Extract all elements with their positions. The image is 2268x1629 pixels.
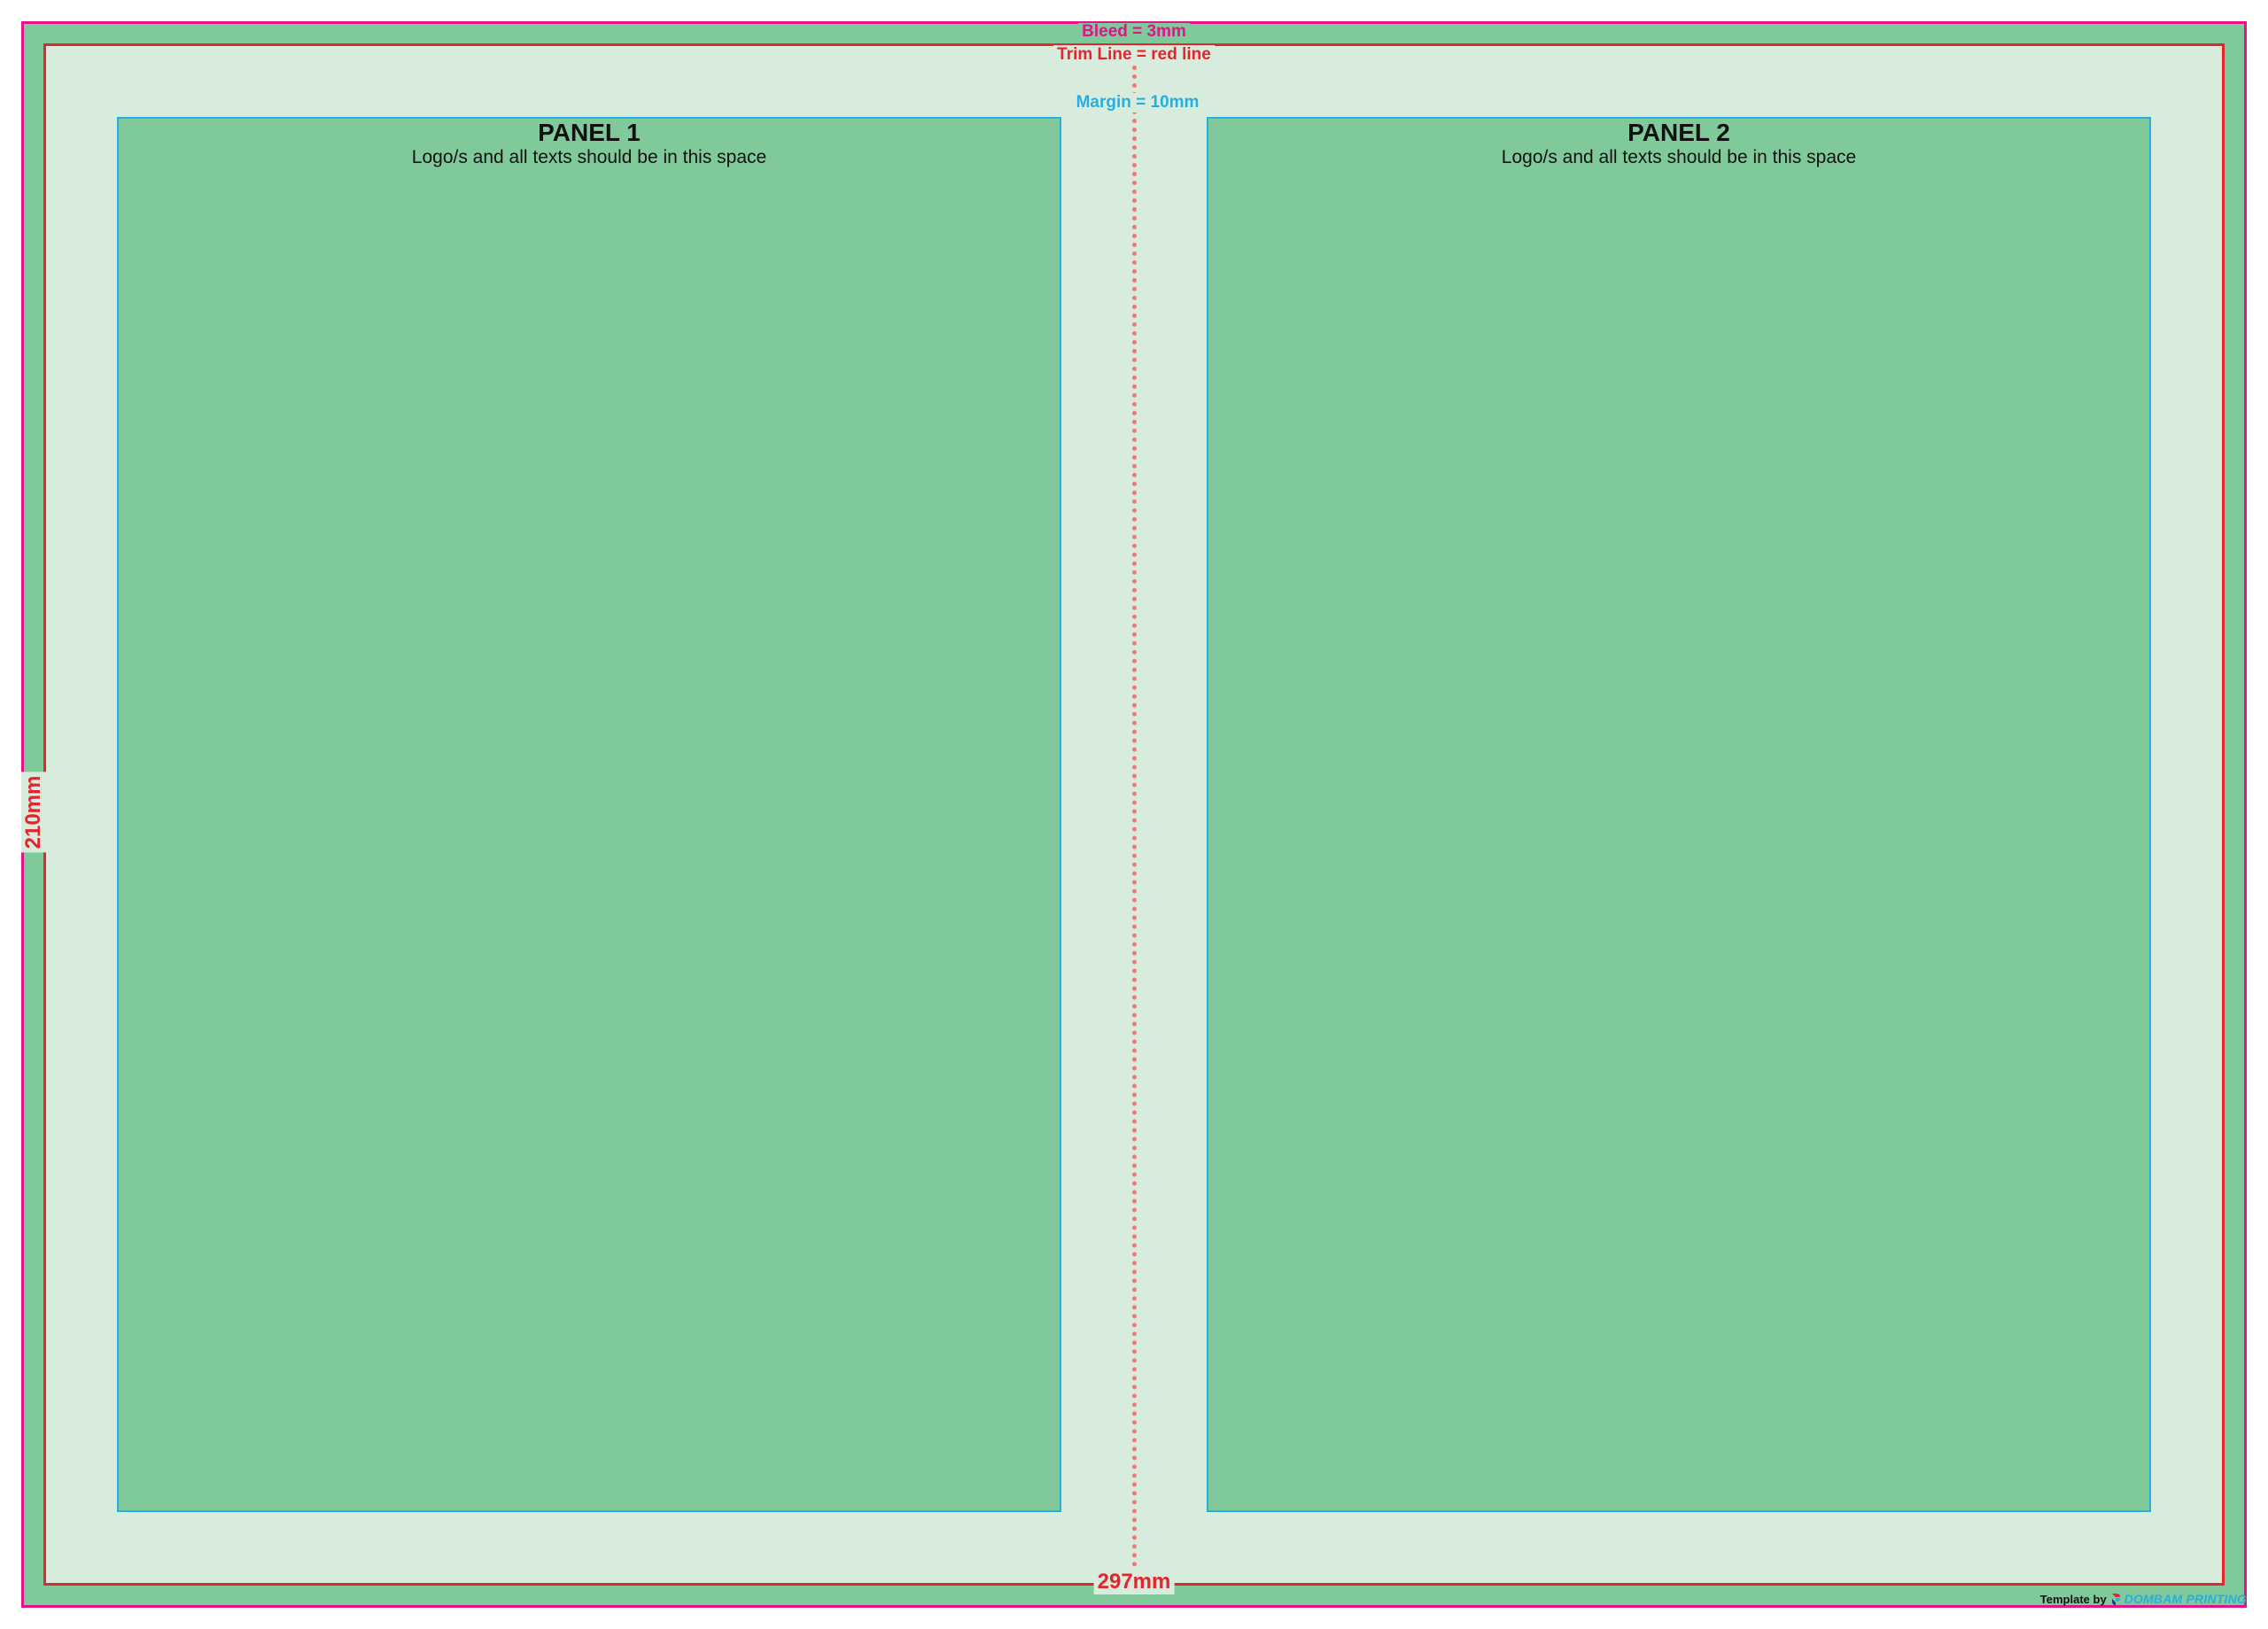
trim-line-label: Trim Line = red line xyxy=(1053,45,1215,65)
credit-brand: DOMBAM PRINTING xyxy=(2124,1592,2247,1606)
credit-prefix: Template by xyxy=(2039,1592,2107,1606)
margin-label: Margin = 10mm xyxy=(1072,93,1203,112)
panel-2-subtitle: Logo/s and all texts should be in this s… xyxy=(1501,147,1857,167)
height-dimension-label: 210mm xyxy=(21,772,46,853)
dombam-logo-icon xyxy=(2110,1592,2121,1606)
panel-2: PANEL 2 Logo/s and all texts should be i… xyxy=(1207,117,2151,1512)
template-canvas: PANEL 1 Logo/s and all texts should be i… xyxy=(0,0,2268,1629)
panel-1: PANEL 1 Logo/s and all texts should be i… xyxy=(117,117,1061,1512)
bleed-label: Bleed = 3mm xyxy=(1078,23,1190,41)
panel-2-title: PANEL 2 xyxy=(1627,119,1730,146)
panel-1-subtitle: Logo/s and all texts should be in this s… xyxy=(411,147,767,167)
width-dimension-label: 297mm xyxy=(1093,1570,1175,1594)
panel-1-title: PANEL 1 xyxy=(538,119,641,146)
template-credit: Template by DOMBAM PRINTING xyxy=(2040,1591,2247,1607)
center-fold-line xyxy=(1132,57,1137,1577)
